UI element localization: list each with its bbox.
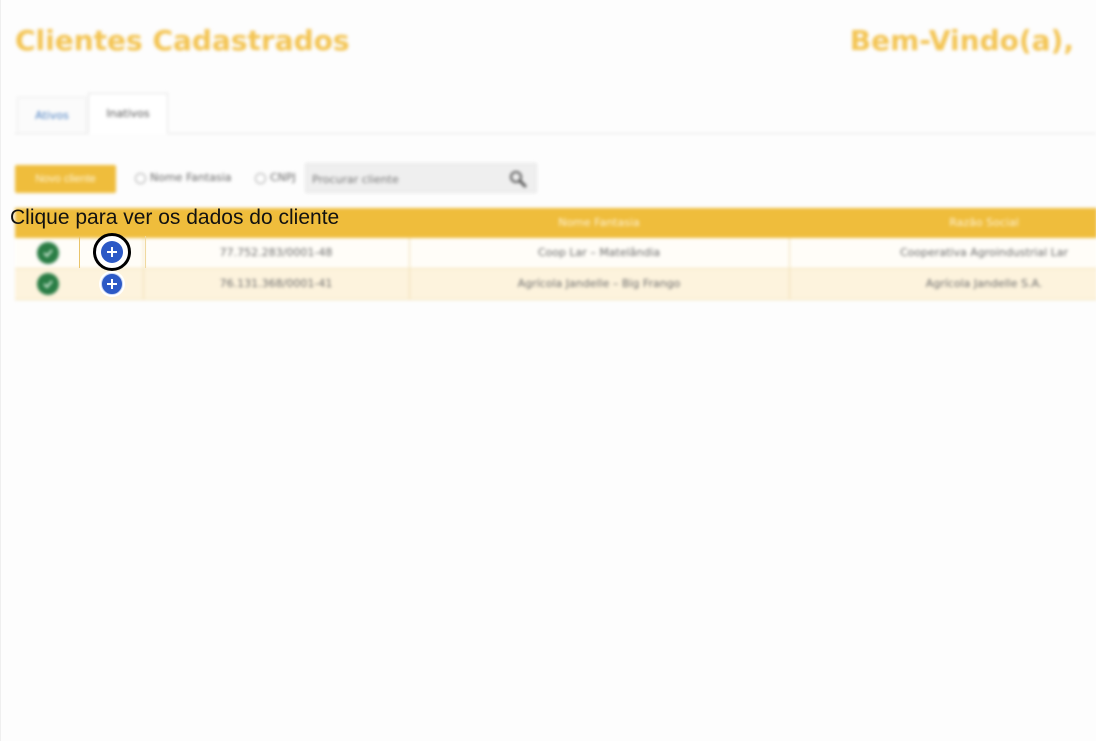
callout-text: Clique para ver os dados do cliente [10,206,340,229]
tab-ativos[interactable]: Ativos [17,97,87,133]
welcome-text: Bem-Vindo(a), [849,24,1074,57]
search-input[interactable] [310,169,504,189]
toolbar: Novo cliente Nome Fantasia CNPJ [15,163,1096,193]
radio-label-nome-fantasia: Nome Fantasia [150,171,232,184]
nome-fantasia-cell: Agrícola Jandelle – Big Frango [517,277,681,290]
radio-nome-fantasia[interactable] [135,173,146,184]
search-box [305,163,537,193]
tab-inativos[interactable]: Inativos [88,93,168,134]
tab-bar: Ativos Inativos [15,93,1096,134]
plus-icon [107,247,117,257]
page: Clientes Cadastrados Bem-Vindo(a), Ativo… [0,0,1096,741]
page-title: Clientes Cadastrados [15,24,350,57]
details-button-highlight[interactable] [93,233,131,271]
add-button-backdrop [99,271,125,297]
cnpj-cell: 77.752.283/0001-48 [219,246,333,259]
cnpj-cell: 76.131.368/0001-41 [219,277,333,290]
table-row: 77.752.283/0001-48 Coop Lar – Matelândia… [15,238,1096,269]
new-client-button[interactable]: Novo cliente [15,165,116,193]
radio-label-cnpj: CNPJ [270,171,296,184]
razao-social-cell: Cooperativa Agroindustrial Lar [899,246,1069,259]
column-header-razao-social: Razão Social [949,216,1019,229]
check-circle-icon [37,242,59,264]
magnifier-icon[interactable] [508,169,528,189]
check-circle-icon [37,273,59,295]
radio-cnpj[interactable] [255,173,266,184]
table-row: 76.131.368/0001-41 Agrícola Jandelle – B… [15,269,1096,300]
nome-fantasia-cell: Coop Lar – Matelândia [537,246,661,259]
column-header-nome-fantasia: Nome Fantasia [558,216,640,229]
plus-circle-icon[interactable] [101,273,123,295]
plus-icon [107,279,117,289]
razao-social-cell: Agrícola Jandelle S.A. [925,277,1043,290]
